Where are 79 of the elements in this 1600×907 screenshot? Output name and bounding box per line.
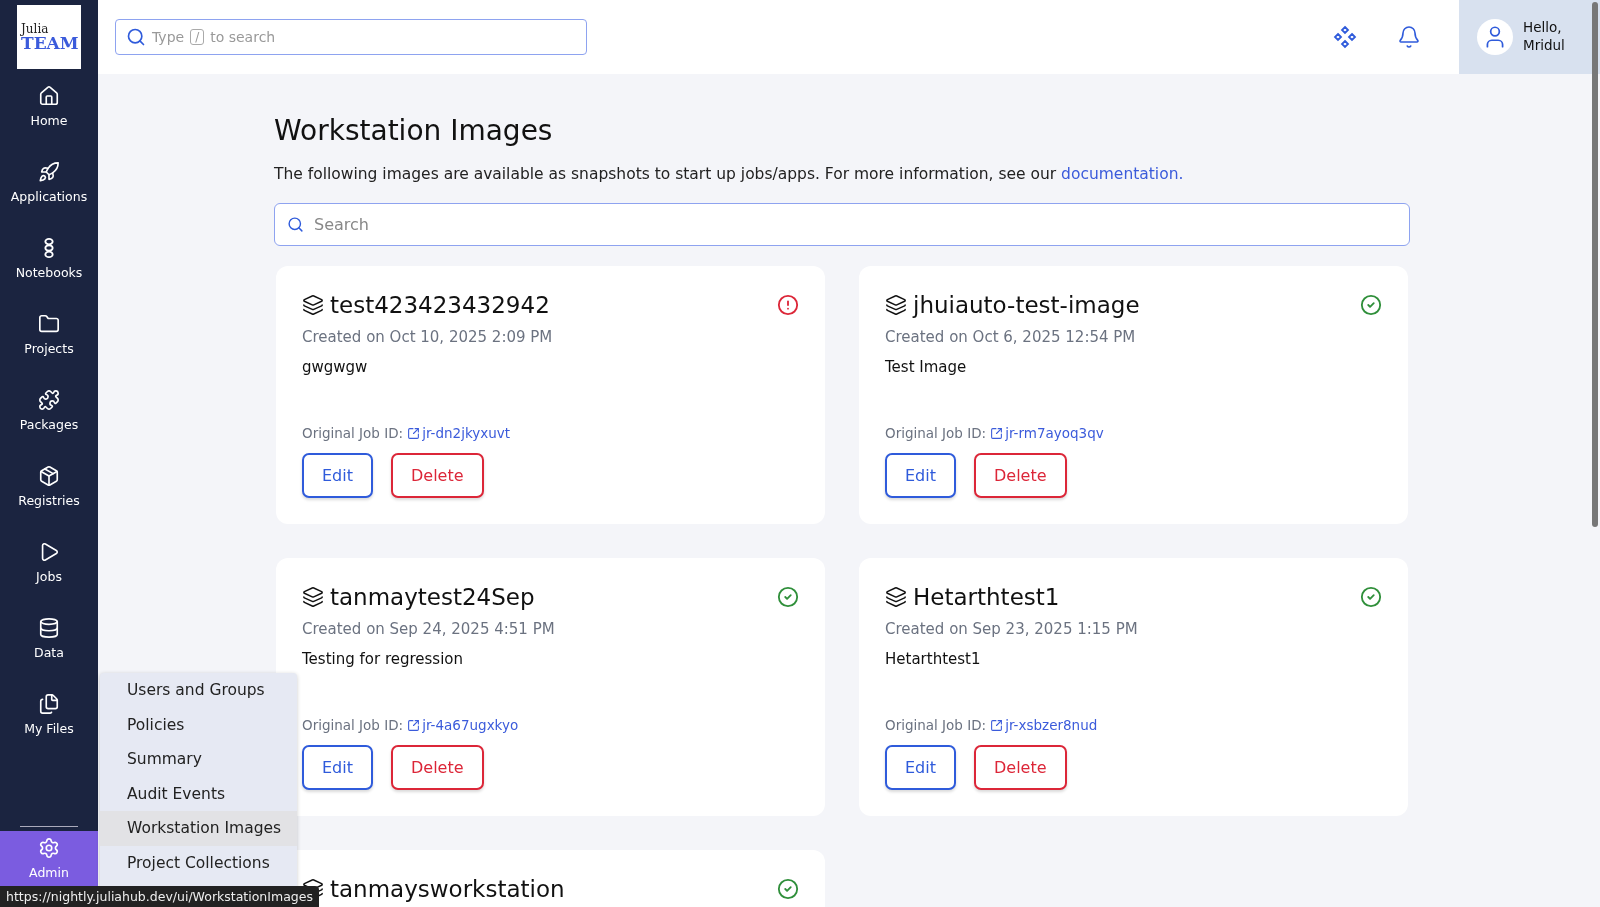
image-name: test423423432942 bbox=[330, 292, 550, 318]
database-icon bbox=[38, 617, 60, 639]
job-id-label: Original Job ID: bbox=[885, 717, 987, 733]
puzzle-icon bbox=[38, 389, 60, 411]
menu-item[interactable]: Workstation Images bbox=[100, 811, 297, 846]
layers-icon bbox=[885, 586, 907, 608]
scrollbar[interactable] bbox=[1592, 2, 1598, 527]
search-icon bbox=[126, 27, 146, 47]
page-title: Workstation Images bbox=[274, 114, 554, 147]
documentation-link[interactable]: documentation. bbox=[1061, 165, 1184, 183]
sidebar-item[interactable]: My Files bbox=[0, 687, 98, 763]
image-description: Test Image bbox=[885, 358, 968, 376]
search-icon bbox=[287, 216, 304, 233]
sidebar-item[interactable]: Projects bbox=[0, 307, 98, 383]
sidebar-item[interactable]: Home bbox=[0, 79, 98, 155]
job-id-label: Original Job ID: bbox=[302, 717, 404, 733]
settings-icon bbox=[38, 837, 60, 859]
menu-item[interactable]: Summary bbox=[100, 742, 297, 777]
logo[interactable]: Julia TEAM bbox=[17, 5, 81, 69]
layers-icon bbox=[302, 586, 324, 608]
image-name: tanmaysworkstation bbox=[330, 876, 565, 902]
folder-icon bbox=[38, 313, 60, 335]
image-name: jhuiauto-test-image bbox=[913, 292, 1140, 318]
diamonds-icon[interactable] bbox=[1333, 25, 1357, 49]
created-date: Created on Sep 24, 2025 4:51 PM bbox=[302, 620, 556, 638]
sidebar-item[interactable]: Notebooks bbox=[0, 231, 98, 307]
delete-button[interactable]: Delete bbox=[391, 453, 484, 498]
layers-icon bbox=[885, 294, 907, 316]
edit-button[interactable]: Edit bbox=[885, 745, 956, 790]
external-link-icon bbox=[990, 426, 1004, 440]
menu-item[interactable]: Project Collections bbox=[100, 845, 297, 880]
delete-button[interactable]: Delete bbox=[974, 745, 1067, 790]
placeholder-text: Search bbox=[314, 215, 369, 234]
menu-item[interactable]: Policies bbox=[100, 707, 297, 742]
external-link-icon bbox=[990, 718, 1004, 732]
edit-button[interactable]: Edit bbox=[302, 453, 373, 498]
sidebar-item[interactable]: Packages bbox=[0, 383, 98, 459]
layers-icon bbox=[302, 294, 324, 316]
created-date: Created on Oct 10, 2025 2:09 PM bbox=[302, 328, 554, 346]
logo-text: TEAM bbox=[21, 34, 80, 52]
delete-button[interactable]: Delete bbox=[391, 745, 484, 790]
edit-button[interactable]: Edit bbox=[302, 745, 373, 790]
sidebar-item[interactable]: Data bbox=[0, 611, 98, 687]
placeholder-text: Type bbox=[152, 29, 185, 45]
shortcut-key: / bbox=[190, 29, 205, 45]
menu-item[interactable]: Audit Events bbox=[100, 776, 297, 811]
created-date: Created on Oct 6, 2025 12:54 PM bbox=[885, 328, 1137, 346]
user-greeting: Hello, Mridul bbox=[1523, 19, 1565, 55]
notification-bell-icon[interactable] bbox=[1397, 25, 1421, 49]
sidebar-item[interactable]: Jobs bbox=[0, 535, 98, 611]
delete-button[interactable]: Delete bbox=[974, 453, 1067, 498]
job-id-link[interactable]: jr-4a67ugxkyo bbox=[407, 717, 519, 733]
logo-text: Julia bbox=[21, 22, 49, 35]
job-id-link[interactable]: jr-rm7ayoq3qv bbox=[990, 425, 1104, 441]
image-description: Hetarthtest1 bbox=[885, 650, 982, 668]
job-id-link[interactable]: jr-dn2jkyxuvt bbox=[407, 425, 511, 441]
sidebar-item[interactable]: Registries bbox=[0, 459, 98, 535]
search-field[interactable]: Search bbox=[274, 203, 1410, 246]
user-menu[interactable]: Hello, Mridul bbox=[1459, 0, 1600, 74]
job-id-link[interactable]: jr-xsbzer8nud bbox=[990, 717, 1098, 733]
image-description: gwgwgw bbox=[302, 358, 369, 376]
home-icon bbox=[38, 85, 60, 107]
image-name: tanmaytest24Sep bbox=[330, 584, 535, 610]
rocket-icon bbox=[38, 161, 60, 183]
job-id-label: Original Job ID: bbox=[302, 425, 404, 441]
page-description: The following images are available as snapshots to start up jobs/apps. For more information, see our documentation. bbox=[274, 165, 1185, 183]
job-id-label: Original Job ID: bbox=[885, 425, 987, 441]
external-link-icon bbox=[407, 718, 421, 732]
image-description: Testing for regression bbox=[302, 650, 465, 668]
image-name: Hetarthtest1 bbox=[913, 584, 1060, 610]
link-url-tooltip: https://nightly.juliahub.dev/ui/WorkstationImages bbox=[0, 886, 319, 907]
menu-item[interactable]: Users and Groups bbox=[100, 673, 297, 708]
placeholder-text: to search bbox=[210, 29, 276, 45]
external-link-icon bbox=[407, 426, 421, 440]
created-date: Created on Sep 23, 2025 1:15 PM bbox=[885, 620, 1139, 638]
files-icon bbox=[38, 693, 60, 715]
package-icon bbox=[38, 465, 60, 487]
edit-button[interactable]: Edit bbox=[885, 453, 956, 498]
sidebar-item[interactable]: Applications bbox=[0, 155, 98, 231]
